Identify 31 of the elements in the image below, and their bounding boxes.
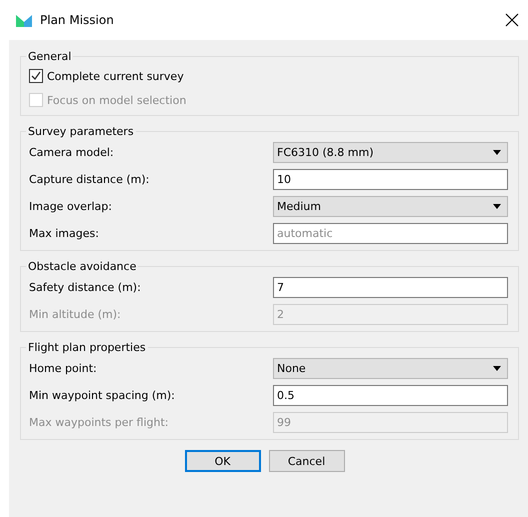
group-title: Obstacle avoidance — [27, 260, 138, 273]
checkbox-label: Complete current survey — [47, 70, 184, 82]
field-label: Safety distance (m): — [29, 281, 142, 294]
field-label: Min waypoint spacing (m): — [29, 389, 176, 402]
input-field[interactable]: automatic — [273, 223, 508, 244]
field-label: Camera model: — [29, 146, 115, 159]
ok-button[interactable]: OK — [184, 450, 260, 472]
field-label: Capture distance (m): — [29, 173, 150, 186]
checkbox[interactable] — [29, 69, 43, 83]
dropdown[interactable]: FC6310 (8.8 mm) — [273, 142, 508, 163]
group-title: Survey parameters — [27, 125, 135, 138]
checkbox-label: Focus on model selection — [47, 94, 186, 106]
dropdown[interactable]: None — [273, 358, 508, 379]
field-label: Max waypoints per flight: — [29, 416, 170, 429]
close-button[interactable] — [504, 12, 520, 28]
cancel-button[interactable]: Cancel — [268, 450, 344, 472]
field-label: Max images: — [29, 227, 100, 240]
app-logo-icon — [16, 13, 32, 27]
window-title: Plan Mission — [40, 13, 115, 27]
caret-icon — [493, 366, 501, 371]
field-label: Home point: — [29, 362, 98, 375]
caret-icon — [493, 150, 501, 155]
caret-icon — [493, 204, 501, 209]
field-label: Min altitude (m): — [29, 308, 122, 321]
dropdown[interactable]: Medium — [273, 196, 508, 217]
group-title: General — [27, 50, 72, 63]
input-field[interactable]: 0.5 — [273, 385, 508, 406]
input-field[interactable]: 10 — [273, 169, 508, 190]
input-field[interactable]: 7 — [273, 277, 508, 298]
group-title: Flight plan properties — [27, 341, 147, 354]
field-label: Image overlap: — [29, 200, 113, 213]
